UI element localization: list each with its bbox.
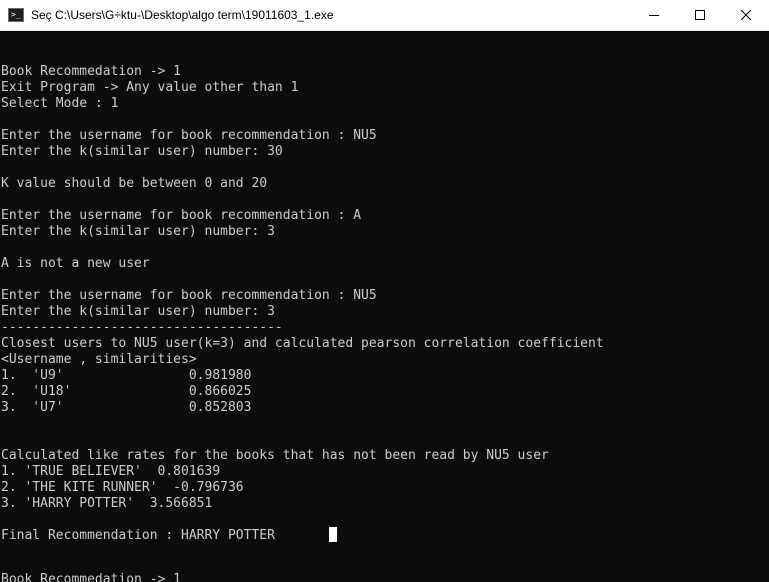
console-line: Enter the k(similar user) number: 30: [1, 144, 283, 159]
console-line: Enter the username for book recommendati…: [1, 128, 377, 143]
console-line: 3. 'HARRY POTTER' 3.566851: [1, 496, 213, 511]
console-line: 1. 'TRUE BELIEVER' 0.801639: [1, 464, 221, 479]
console-line: <Username , similarities>: [1, 352, 197, 367]
console-line: Enter the username for book recommendati…: [1, 208, 362, 223]
console-line: ------------------------------------: [1, 320, 283, 335]
console-line: Book Recommedation -> 1: [1, 64, 182, 79]
close-icon: [741, 10, 751, 20]
console-line: Enter the username for book recommendati…: [1, 288, 377, 303]
console-output[interactable]: Book Recommedation -> 1 Exit Program -> …: [0, 31, 769, 582]
console-line: Exit Program -> Any value other than 1: [1, 80, 299, 95]
console-line: Enter the k(similar user) number: 3: [1, 224, 275, 239]
console-line: 1. 'U9' 0.981980: [1, 368, 252, 383]
prompt-glyph: >_: [11, 10, 21, 19]
console-line: Enter the k(similar user) number: 3: [1, 304, 275, 319]
maximize-icon: [695, 10, 705, 20]
console-line: 3. 'U7' 0.852803: [1, 400, 252, 415]
console-line: Closest users to NU5 user(k=3) and calcu…: [1, 336, 604, 351]
console-line: Calculated like rates for the books that…: [1, 448, 549, 463]
window-title: Seç C:\Users\G÷ktu-\Desktop\algo term\19…: [31, 8, 334, 22]
minimize-button[interactable]: [631, 0, 677, 30]
console-line: Final Recommendation : HARRY POTTER: [1, 528, 275, 543]
console-line: Book Recommedation -> 1: [1, 572, 182, 582]
console-line: K value should be between 0 and 20: [1, 176, 268, 191]
text-cursor: [329, 527, 337, 542]
console-window: >_ Seç C:\Users\G÷ktu-\Desktop\algo term…: [0, 0, 769, 582]
console-line: Select Mode : 1: [1, 96, 119, 111]
maximize-button[interactable]: [677, 0, 723, 30]
console-app-icon[interactable]: >_: [8, 8, 24, 22]
title-bar[interactable]: >_ Seç C:\Users\G÷ktu-\Desktop\algo term…: [0, 0, 769, 31]
console-line: 2. 'U18' 0.866025: [1, 384, 252, 399]
console-line: 2. 'THE KITE RUNNER' -0.796736: [1, 480, 244, 495]
minimize-icon: [649, 15, 659, 16]
close-button[interactable]: [723, 0, 769, 30]
console-line: A is not a new user: [1, 256, 150, 271]
